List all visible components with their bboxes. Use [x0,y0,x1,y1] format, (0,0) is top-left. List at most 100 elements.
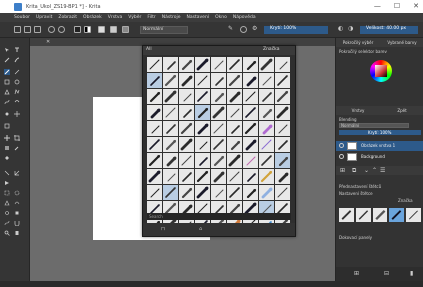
tag-filter-label[interactable]: Značka [263,47,279,52]
bezier-select-icon[interactable] [4,220,10,226]
move-layer-down-icon[interactable]: ⌄ [364,167,369,174]
presets-tag-filter[interactable]: Značka [398,198,413,203]
rect-select-icon[interactable] [4,190,10,196]
open-document-icon[interactable] [24,26,31,33]
brush-preset-thumb[interactable] [275,57,290,72]
brush-preset-thumb[interactable] [195,121,210,136]
polygon-select-icon[interactable] [4,200,10,206]
brush-preset-thumb[interactable] [195,105,210,120]
brush-preset-thumb[interactable] [259,57,274,72]
save-document-icon[interactable] [34,26,41,33]
brush-preset-thumb[interactable] [163,89,178,104]
brush-preset-thumb[interactable] [227,185,242,200]
tab-selected-colors[interactable]: Vybrané barvy [380,38,423,47]
assistant-tool-icon[interactable] [4,170,10,176]
layer-opacity-slider[interactable]: Krytí: 100% [339,130,421,135]
menu-select[interactable]: Výběr [128,15,141,20]
brush-preset-thumb[interactable] [275,137,290,152]
close-button[interactable]: ✕ [413,2,419,10]
brush-preset-thumb[interactable] [243,137,258,152]
undo-icon[interactable] [48,26,55,33]
brush-preset-thumb[interactable] [227,121,242,136]
brush-preset-thumb[interactable] [211,89,226,104]
tab-undo[interactable]: Zpět [380,106,423,115]
brush-preset-thumb[interactable] [243,169,258,184]
brush-preset-thumb[interactable] [243,153,258,168]
brush-preset-thumb[interactable] [195,185,210,200]
menu-edit[interactable]: Upravit [36,15,52,20]
brush-preset-thumb[interactable] [227,57,242,72]
list-view-icon[interactable]: ⊟ [384,270,389,277]
brush-preset-thumb[interactable] [243,105,258,120]
brush-preset-thumb[interactable] [259,153,274,168]
brush-preset-thumb[interactable] [147,73,162,88]
brush-preset-thumb[interactable] [163,153,178,168]
settings-icon[interactable]: ⚙ [252,25,259,32]
blend-mode-dropdown[interactable]: Normální [140,26,188,34]
brush-preset-thumb[interactable] [227,105,242,120]
brush-preset-thumb[interactable] [211,185,226,200]
brush-preset-thumb[interactable] [179,169,194,184]
brush-preset-thumb[interactable] [275,73,290,88]
menu-layer[interactable]: Vrstva [108,15,122,20]
menu-image[interactable]: Obrázek [83,15,102,20]
menu-help[interactable]: Nápověda [233,15,256,20]
brush-preset-thumb[interactable] [195,137,210,152]
brush-preset-thumb[interactable] [147,169,162,184]
add-layer-icon[interactable]: ⊞ [340,167,345,174]
blending-dropdown[interactable]: Normální [339,123,409,128]
brush-preset-thumb[interactable] [259,169,274,184]
brush-search-field[interactable]: Search [147,213,291,220]
zoom-tool-icon[interactable] [4,230,10,236]
menu-tools[interactable]: Nástroje [162,15,181,20]
brush-preset-thumb[interactable] [211,57,226,72]
mirror-vertical-icon[interactable]: ◑ [348,25,355,32]
trash-icon[interactable]: ▮ [410,270,413,277]
brush-preset-thumb[interactable] [195,73,210,88]
select-shapes-icon[interactable] [4,47,10,53]
brush-preset-thumb[interactable] [163,169,178,184]
brush-preset-thumb[interactable] [211,153,226,168]
brush-preset-thumb[interactable] [227,153,242,168]
brush-preset-thumb[interactable] [211,105,226,120]
brush-preset-thumb[interactable] [179,185,194,200]
brush-preset-thumb[interactable] [227,89,242,104]
menu-settings[interactable]: Nastavení [187,15,210,20]
reference-tool-icon[interactable] [4,180,10,186]
brush-preset-thumb[interactable] [147,57,162,72]
crop-tool-icon[interactable] [14,135,20,141]
gradient-tool-icon[interactable] [4,145,10,151]
brush-size-slider[interactable]: Velikost: 40.00 px [360,26,418,34]
brush-preset-thumb[interactable] [147,137,162,152]
brush-preset-thumb[interactable] [259,73,274,88]
opacity-slider[interactable]: Krytí: 100% [264,26,328,34]
brush-preset-thumb[interactable] [275,169,290,184]
brush-preset-thumb[interactable] [179,89,194,104]
brush-preset-thumb[interactable] [339,208,354,222]
menu-file[interactable]: Soubor [14,15,30,20]
brush-preset-thumb[interactable] [227,169,242,184]
brush-preset-thumb[interactable] [275,121,290,136]
brush-preset-thumb[interactable] [147,153,162,168]
brush-preset-thumb[interactable] [372,208,388,222]
close-document-icon[interactable]: ✕ [46,39,50,45]
brush-preset-thumb[interactable] [147,185,162,200]
ellipse-tool-icon[interactable] [14,79,20,85]
edit-shapes-icon[interactable] [4,57,10,63]
brush-preset-thumb[interactable] [243,57,258,72]
brush-preset-thumb[interactable] [355,208,371,222]
brush-preset-thumb[interactable] [147,121,162,136]
brush-preset-thumb[interactable] [389,208,405,222]
visibility-eye-icon[interactable] [339,143,344,148]
freehand-select-icon[interactable] [14,200,20,206]
move-tool-icon[interactable] [4,135,10,141]
brush-preset-thumb[interactable] [275,185,290,200]
ellipse-select-icon[interactable] [14,190,20,196]
calligraphy-icon[interactable] [14,57,20,63]
choose-brush-icon[interactable] [122,26,129,33]
move-layer-up-icon[interactable]: ⌃ [372,167,377,174]
brush-preset-thumb[interactable] [259,185,274,200]
brush-preset-thumb[interactable] [275,153,290,168]
brush-preset-thumb[interactable] [211,73,226,88]
dynamic-brush-icon[interactable] [4,111,10,117]
